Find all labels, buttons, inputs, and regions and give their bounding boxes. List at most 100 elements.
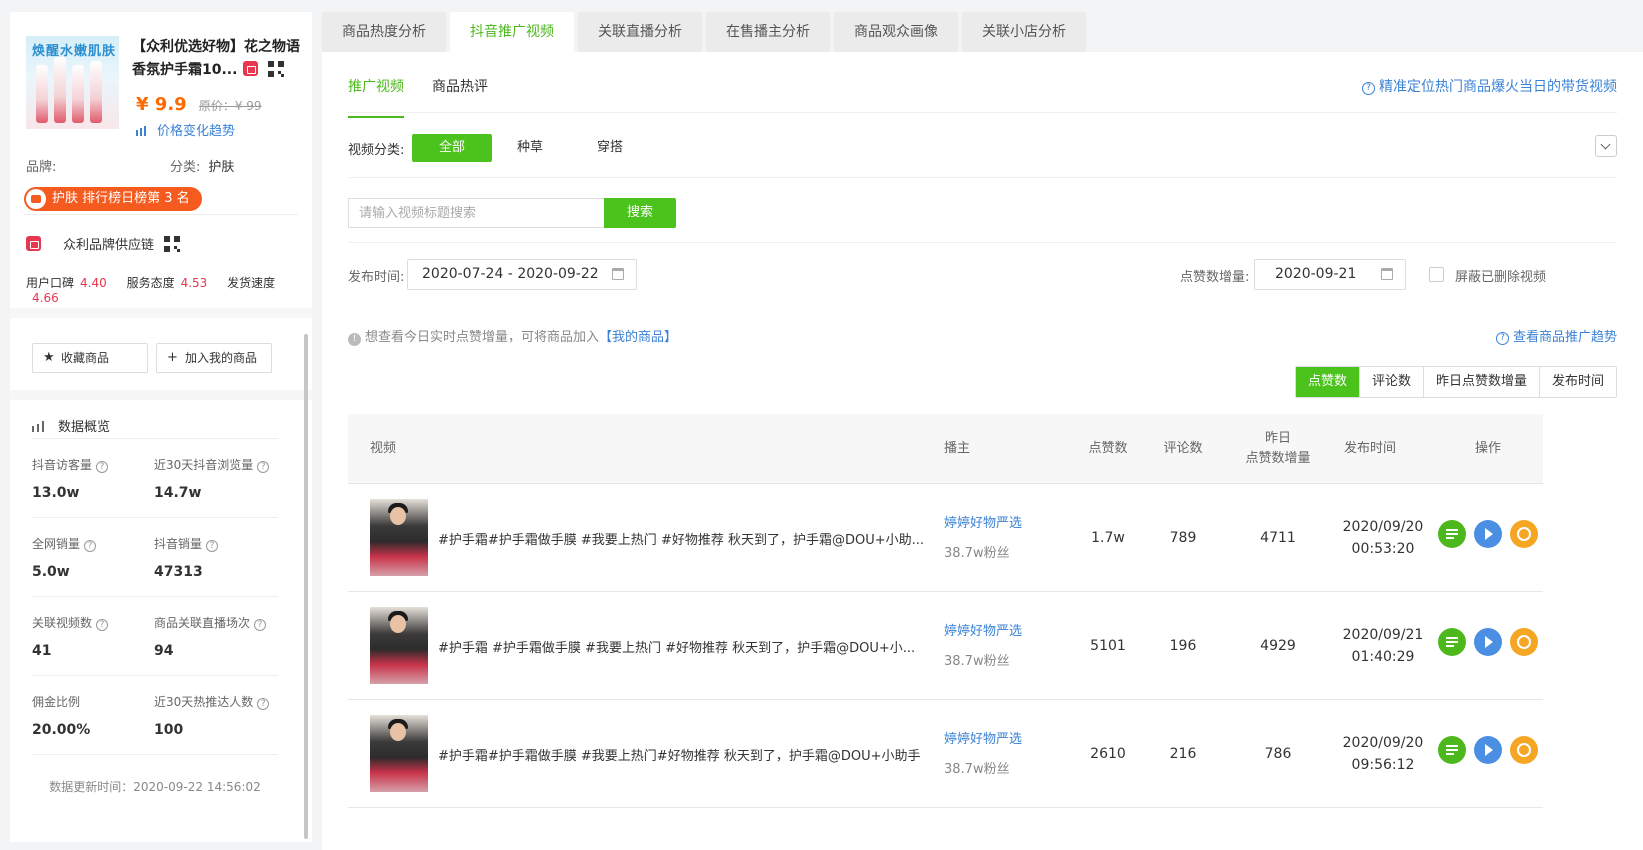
video-thumbnail[interactable] bbox=[370, 499, 428, 576]
tab-douyin-videos[interactable]: 抖音推广视频 bbox=[450, 12, 574, 52]
help-icon[interactable]: ? bbox=[257, 698, 270, 710]
shop-icon[interactable] bbox=[243, 61, 259, 76]
table-header: 视频 播主 点赞数 评论数 昨日 点赞数增量 发布时间 操作 bbox=[348, 414, 1543, 484]
calendar-icon bbox=[1381, 268, 1393, 280]
store-row[interactable]: 众利品牌供应链 bbox=[26, 234, 181, 253]
video-title[interactable]: #护手霜#护手霜做手膜 #我要上热门 #好物推荐 秋天到了，护手霜@DOU+小助… bbox=[438, 484, 928, 592]
hide-deleted-label: 屏蔽已删除视频 bbox=[1455, 270, 1547, 285]
yesterday-likes: 4929 bbox=[1260, 638, 1296, 654]
stat-douyin-visitors: 抖音访客量? 13.0w bbox=[32, 456, 109, 501]
help-icon[interactable]: ? bbox=[96, 619, 109, 631]
tab-selling-anchors[interactable]: 在售播主分析 bbox=[706, 12, 830, 52]
video-title[interactable]: #护手霜 #护手霜做手膜 #我要上热门 #好物推荐 秋天到了，护手霜@DOU+小… bbox=[438, 592, 928, 700]
anchor-fans: 38.7w粉丝 bbox=[944, 762, 1010, 777]
help-icon[interactable]: ? bbox=[206, 540, 219, 552]
category-all[interactable]: 全部 bbox=[412, 134, 492, 162]
product-title-line2: 香氛护手霜10... bbox=[132, 62, 238, 78]
sort-comments[interactable]: 评论数 bbox=[1358, 367, 1423, 397]
chart-icon bbox=[32, 419, 48, 432]
promo-trend-link[interactable]: ? 查看商品推广趋势 bbox=[1495, 326, 1617, 345]
target-icon[interactable] bbox=[1510, 736, 1538, 764]
row-actions bbox=[1438, 520, 1546, 548]
product-sidebar: 焕醒水嫩肌肤 【众利优选好物】花之物语 香氛护手霜10... ¥ 9.9 原价：… bbox=[10, 12, 312, 842]
favorite-button[interactable]: ★ 收藏商品 bbox=[32, 343, 148, 373]
likes-date-picker[interactable]: 2020-09-21 bbox=[1254, 259, 1406, 290]
product-image[interactable]: 焕醒水嫩肌肤 bbox=[26, 36, 119, 129]
trend-bars-icon bbox=[136, 126, 147, 136]
play-icon[interactable] bbox=[1474, 520, 1502, 548]
expand-categories-button[interactable] bbox=[1595, 135, 1617, 157]
price-trend-link[interactable]: 价格变化趋势 bbox=[136, 120, 235, 139]
video-search-input[interactable] bbox=[348, 198, 604, 228]
publish-time: 2020/09/20 00:53:20 bbox=[1342, 519, 1424, 557]
sort-yesterday-likes[interactable]: 昨日点赞数增量 bbox=[1422, 367, 1539, 397]
table-row[interactable]: #护手霜#护手霜做手膜 #我要上热门#好物推荐 秋天到了，护手霜@DOU+小助手… bbox=[348, 700, 1543, 808]
my-products-link[interactable]: 【我的商品】 bbox=[599, 330, 677, 345]
play-icon[interactable] bbox=[1474, 628, 1502, 656]
tab-related-live[interactable]: 关联直播分析 bbox=[578, 12, 702, 52]
question-icon: ? bbox=[1495, 332, 1509, 345]
help-icon[interactable]: ? bbox=[254, 619, 267, 631]
help-icon[interactable]: ? bbox=[84, 540, 97, 552]
store-name: 众利品牌供应链 bbox=[63, 238, 155, 253]
info-tip: ! 想查看今日实时点赞增量，可将商品加入【我的商品】 bbox=[348, 326, 677, 346]
info-icon: ! bbox=[348, 333, 361, 346]
anchor-name[interactable]: 婷婷好物严选 bbox=[944, 728, 1022, 747]
target-icon[interactable] bbox=[1510, 520, 1538, 548]
stat-related-videos: 关联视频数? 41 bbox=[32, 614, 109, 659]
search-button[interactable]: 搜索 bbox=[604, 198, 676, 228]
table-row[interactable]: #护手霜#护手霜做手膜 #我要上热门 #好物推荐 秋天到了，护手霜@DOU+小助… bbox=[348, 484, 1543, 592]
sort-publish-time[interactable]: 发布时间 bbox=[1538, 367, 1616, 397]
anchor-fans: 38.7w粉丝 bbox=[944, 546, 1010, 561]
likes-count: 1.7w bbox=[1091, 530, 1125, 546]
row-actions bbox=[1438, 628, 1546, 656]
anchor-name[interactable]: 婷婷好物严选 bbox=[944, 620, 1022, 639]
qrcode-icon[interactable] bbox=[268, 61, 285, 77]
rank-badge[interactable]: 护肤 排行榜日榜第 3 名 bbox=[24, 187, 202, 211]
yesterday-likes: 786 bbox=[1264, 746, 1292, 762]
product-title[interactable]: 【众利优选好物】花之物语 香氛护手霜10... bbox=[132, 36, 310, 82]
add-to-my-products-button[interactable]: + 加入我的商品 bbox=[156, 343, 272, 373]
product-title-line1: 【众利优选好物】花之物语 bbox=[132, 39, 300, 55]
store-qrcode-icon[interactable] bbox=[164, 235, 181, 252]
detail-list-icon[interactable] bbox=[1438, 736, 1466, 764]
anchor-name[interactable]: 婷婷好物严选 bbox=[944, 512, 1022, 531]
target-icon[interactable] bbox=[1510, 628, 1538, 656]
detail-list-icon[interactable] bbox=[1438, 628, 1466, 656]
col-comments: 评论数 bbox=[1163, 441, 1203, 456]
video-thumbnail[interactable] bbox=[370, 715, 428, 792]
table-row[interactable]: #护手霜 #护手霜做手膜 #我要上热门 #好物推荐 秋天到了，护手霜@DOU+小… bbox=[348, 592, 1543, 700]
tab-audience[interactable]: 商品观众画像 bbox=[834, 12, 958, 52]
row-actions bbox=[1438, 736, 1546, 764]
tab-related-shops[interactable]: 关联小店分析 bbox=[962, 12, 1086, 52]
comments-count: 216 bbox=[1169, 746, 1197, 762]
analysis-tabs: 商品热度分析 抖音推广视频 关联直播分析 在售播主分析 商品观众画像 关联小店分… bbox=[322, 12, 1090, 52]
col-anchor: 播主 bbox=[944, 441, 971, 456]
col-ops: 操作 bbox=[1474, 441, 1501, 456]
stat-douyin-sales: 抖音销量? 47313 bbox=[154, 535, 219, 580]
sort-group: 点赞数 评论数 昨日点赞数增量 发布时间 bbox=[1294, 366, 1617, 398]
tab-product-heat[interactable]: 商品热度分析 bbox=[322, 12, 446, 52]
publish-time-label: 发布时间: bbox=[348, 270, 405, 285]
hide-deleted-checkbox[interactable] bbox=[1429, 267, 1444, 282]
question-icon: ? bbox=[1362, 82, 1375, 95]
category-seeding[interactable]: 种草 bbox=[490, 134, 570, 162]
help-icon[interactable]: ? bbox=[257, 461, 270, 473]
star-icon: ★ bbox=[43, 350, 55, 365]
stat-hot-promoters: 近30天热推达人数? 100 bbox=[154, 693, 270, 738]
stat-30day-views: 近30天抖音浏览量? 14.7w bbox=[154, 456, 270, 501]
category-field: 分类: 护肤 bbox=[170, 160, 235, 175]
video-thumbnail[interactable] bbox=[370, 607, 428, 684]
sidebar-scrollbar[interactable] bbox=[304, 334, 308, 839]
publish-date-range[interactable]: 2020-07-24 - 2020-09-22 bbox=[407, 259, 637, 290]
help-icon[interactable]: ? bbox=[96, 461, 109, 473]
play-icon[interactable] bbox=[1474, 736, 1502, 764]
comments-count: 789 bbox=[1169, 530, 1197, 546]
store-icon bbox=[26, 236, 41, 251]
sort-likes[interactable]: 点赞数 bbox=[1295, 367, 1359, 397]
detail-list-icon[interactable] bbox=[1438, 520, 1466, 548]
video-title[interactable]: #护手霜#护手霜做手膜 #我要上热门#好物推荐 秋天到了，护手霜@DOU+小助手 bbox=[438, 700, 928, 808]
category-outfit[interactable]: 穿搭 bbox=[570, 134, 650, 162]
help-link[interactable]: ? 精准定位热门商品爆火当日的带货视频 bbox=[1362, 76, 1617, 96]
update-time: 数据更新时间：2020-09-22 14:56:02 bbox=[49, 780, 261, 794]
